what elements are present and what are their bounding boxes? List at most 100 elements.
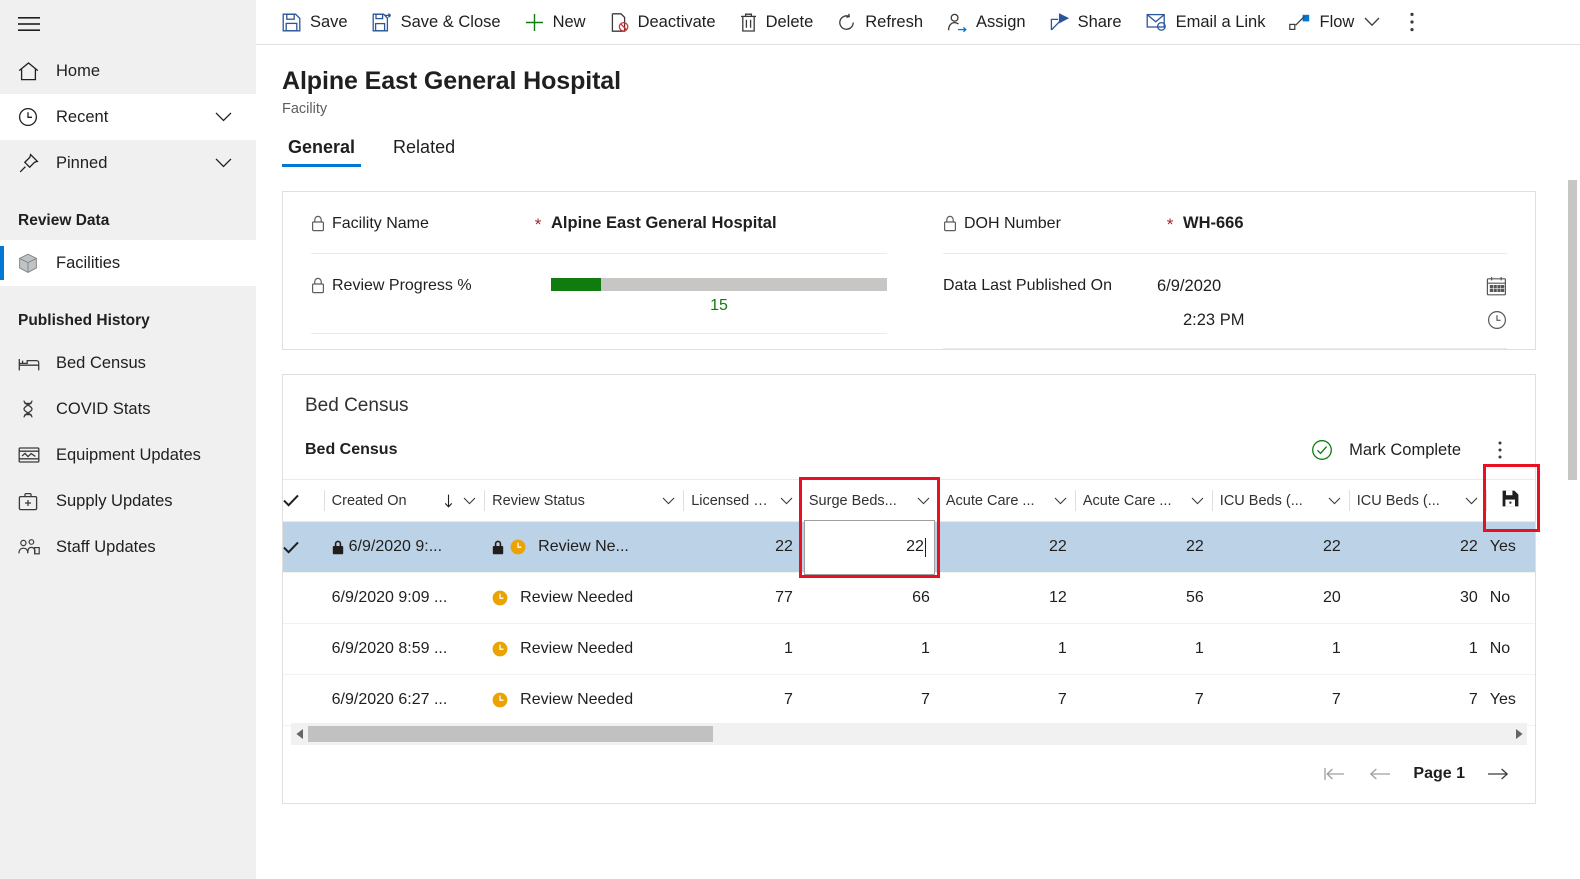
sidebar-item-home[interactable]: Home: [0, 48, 256, 94]
subgrid-horizontal-scrollbar[interactable]: [291, 723, 1527, 745]
page-scrollbar[interactable]: [1565, 46, 1580, 879]
cell-licensed-beds[interactable]: 77: [683, 572, 801, 624]
chevron-down-icon[interactable]: [1364, 17, 1380, 27]
cell-licensed-beds[interactable]: 1: [683, 623, 801, 675]
cell-acute-care-2[interactable]: 7: [1074, 674, 1212, 726]
sidebar-item-facilities[interactable]: Facilities: [0, 240, 256, 286]
site-map-button[interactable]: [0, 0, 256, 48]
facility-name-value[interactable]: Alpine East General Hospital: [551, 214, 887, 233]
chevron-down-icon[interactable]: [662, 497, 675, 505]
cell-yes-no[interactable]: Yes: [1485, 674, 1535, 726]
column-header-licensed-beds[interactable]: Licensed B...: [683, 479, 801, 522]
share-button[interactable]: Share: [1038, 0, 1134, 45]
previous-page-button[interactable]: [1357, 757, 1403, 791]
cell-created-on[interactable]: 6/9/2020 6:27 ...: [323, 674, 485, 726]
save-button[interactable]: Save: [270, 0, 360, 45]
subgrid-more-commands-button[interactable]: [1483, 435, 1517, 465]
cell-licensed-beds[interactable]: 7: [683, 674, 801, 726]
scroll-left-arrow-icon[interactable]: [291, 729, 308, 739]
cell-acute-care-1[interactable]: 12: [937, 572, 1075, 624]
cell-acute-care-1[interactable]: 22: [937, 521, 1075, 573]
cell-surge-beds[interactable]: 7: [800, 674, 938, 726]
first-page-button[interactable]: [1311, 757, 1357, 791]
cell-icu-beds-2[interactable]: 1: [1348, 623, 1486, 675]
cell-acute-care-2[interactable]: 22: [1074, 521, 1212, 573]
cell-created-on[interactable]: 6/9/2020 9:09 ...: [323, 572, 485, 624]
deactivate-button[interactable]: Deactivate: [598, 0, 728, 45]
delete-button[interactable]: Delete: [728, 0, 826, 45]
cell-created-on[interactable]: 6/9/2020 8:59 ...: [323, 623, 485, 675]
cell-acute-care-1[interactable]: 7: [937, 674, 1075, 726]
cell-icu-beds-1[interactable]: 20: [1211, 572, 1349, 624]
sidebar-item-pinned[interactable]: Pinned: [0, 140, 256, 186]
column-header-surge-beds[interactable]: Surge Beds...: [800, 479, 938, 522]
scrollbar-track[interactable]: [308, 726, 1510, 742]
table-row[interactable]: 6/9/2020 8:59 ... Review Needed 1 1 1 1 …: [283, 623, 1535, 675]
column-header-icu-beds-2[interactable]: ICU Beds (...: [1348, 479, 1486, 522]
chevron-down-icon[interactable]: [780, 497, 793, 505]
chevron-down-icon[interactable]: [1465, 497, 1478, 505]
chevron-down-icon[interactable]: [917, 497, 930, 505]
cell-review-status[interactable]: Review Needed: [484, 623, 684, 675]
chevron-down-icon[interactable]: [1054, 497, 1067, 505]
row-select-checkbox[interactable]: [283, 674, 324, 726]
sidebar-item-supply-updates[interactable]: Supply Updates: [0, 478, 256, 524]
column-header-review-status[interactable]: Review Status: [484, 479, 684, 522]
chevron-down-icon[interactable]: [1328, 497, 1341, 505]
tab-related[interactable]: Related: [387, 137, 461, 167]
chevron-down-icon[interactable]: [463, 497, 476, 505]
sidebar-item-recent[interactable]: Recent: [0, 94, 256, 140]
doh-number-value[interactable]: WH-666: [1183, 214, 1507, 233]
new-button[interactable]: New: [513, 0, 598, 45]
clock-icon[interactable]: [1487, 310, 1507, 330]
scroll-right-arrow-icon[interactable]: [1510, 729, 1527, 739]
row-select-checkbox[interactable]: [283, 623, 324, 675]
cell-yes-no[interactable]: No: [1485, 572, 1535, 624]
save-and-close-button[interactable]: Save & Close: [360, 0, 513, 45]
cell-acute-care-2[interactable]: 56: [1074, 572, 1212, 624]
column-header-created-on[interactable]: Created On: [323, 479, 485, 522]
more-commands-button[interactable]: [1392, 0, 1432, 45]
table-row[interactable]: 6/9/2020 9:09 ... Review Needed 77 66 12…: [283, 572, 1535, 624]
cell-surge-beds[interactable]: 1: [800, 623, 938, 675]
mark-complete-button[interactable]: Mark Complete: [1311, 439, 1461, 461]
sidebar-item-covid-stats[interactable]: COVID Stats: [0, 386, 256, 432]
cell-yes-no[interactable]: Yes: [1485, 521, 1535, 573]
chevron-down-icon[interactable]: [215, 112, 232, 123]
cell-review-status[interactable]: Review Needed: [484, 674, 684, 726]
surge-beds-edit-input[interactable]: 22: [803, 519, 935, 575]
sidebar-item-staff-updates[interactable]: Staff Updates: [0, 524, 256, 570]
assign-button[interactable]: Assign: [935, 0, 1038, 45]
cell-acute-care-1[interactable]: 1: [937, 623, 1075, 675]
sidebar-item-bed-census[interactable]: Bed Census: [0, 340, 256, 386]
column-header-select-all[interactable]: [283, 479, 324, 522]
cell-icu-beds-2[interactable]: 30: [1348, 572, 1486, 624]
cell-acute-care-2[interactable]: 1: [1074, 623, 1212, 675]
cell-surge-beds[interactable]: 66: [800, 572, 938, 624]
chevron-down-icon[interactable]: [1191, 497, 1204, 505]
sidebar-item-equipment-updates[interactable]: Equipment Updates: [0, 432, 256, 478]
refresh-button[interactable]: Refresh: [825, 0, 935, 45]
scrollbar-thumb[interactable]: [308, 726, 713, 742]
cell-icu-beds-2[interactable]: 7: [1348, 674, 1486, 726]
email-a-link-button[interactable]: Email a Link: [1134, 0, 1278, 45]
tab-general[interactable]: General: [282, 137, 362, 167]
table-row[interactable]: 6/9/2020 6:27 ... Review Needed 7 7 7 7 …: [283, 674, 1535, 726]
published-date-value[interactable]: 6/9/2020: [1157, 277, 1221, 296]
flow-button[interactable]: Flow: [1277, 0, 1392, 45]
row-select-checkbox[interactable]: [283, 521, 324, 573]
column-header-acute-care-1[interactable]: Acute Care ...: [937, 479, 1075, 522]
column-header-acute-care-2[interactable]: Acute Care ...: [1074, 479, 1212, 522]
cell-review-status[interactable]: Review Needed: [484, 572, 684, 624]
calendar-icon[interactable]: [1486, 276, 1507, 296]
column-header-icu-beds-1[interactable]: ICU Beds (...: [1211, 479, 1349, 522]
row-select-checkbox[interactable]: [283, 572, 324, 624]
cell-icu-beds-1[interactable]: 22: [1211, 521, 1349, 573]
cell-created-on[interactable]: 6/9/2020 9:...: [323, 521, 485, 573]
published-time-value[interactable]: 2:23 PM: [1157, 311, 1244, 330]
cell-icu-beds-2[interactable]: 22: [1348, 521, 1486, 573]
cell-icu-beds-1[interactable]: 1: [1211, 623, 1349, 675]
cell-yes-no[interactable]: No: [1485, 623, 1535, 675]
next-page-button[interactable]: [1475, 757, 1521, 791]
chevron-down-icon[interactable]: [215, 158, 232, 169]
